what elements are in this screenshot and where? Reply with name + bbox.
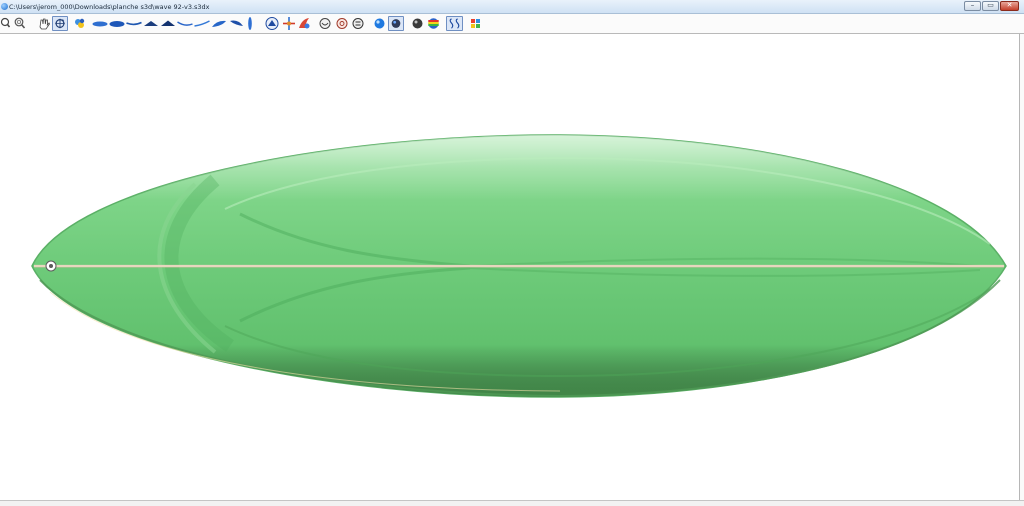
render-icon[interactable] — [319, 16, 331, 31]
rotate-icon[interactable] — [52, 16, 68, 31]
view-deck-icon[interactable] — [194, 16, 210, 31]
face-icon-1[interactable] — [336, 16, 348, 31]
pan-hand-icon[interactable] — [37, 16, 51, 31]
view-outline-icon[interactable] — [177, 16, 193, 31]
window-right-border — [1019, 34, 1024, 506]
view-fins-icon[interactable] — [228, 16, 244, 31]
maximize-button[interactable]: ▭ — [982, 1, 999, 11]
minimize-button[interactable]: – — [964, 1, 981, 11]
color-palette-icon[interactable] — [73, 16, 87, 31]
rainbow-icon[interactable] — [427, 16, 440, 31]
rotation-handle[interactable] — [45, 260, 57, 272]
sphere-dark-icon[interactable] — [388, 16, 404, 31]
view-3d-icon[interactable] — [211, 16, 227, 31]
zoom-out-icon[interactable] — [13, 16, 26, 31]
view-bottom-icon[interactable] — [109, 16, 125, 31]
face-icon-2[interactable] — [352, 16, 364, 31]
surfboard-render — [31, 134, 1007, 398]
window-controls: – ▭ ✕ — [964, 1, 1019, 12]
sphere-blue-icon[interactable] — [373, 16, 386, 31]
view-stringer-icon[interactable] — [246, 16, 254, 31]
curvature-icon[interactable] — [446, 16, 463, 31]
view-side-icon[interactable] — [143, 16, 159, 31]
status-bar — [0, 500, 1024, 506]
app-icon — [1, 3, 8, 10]
sphere-black-icon[interactable] — [411, 16, 424, 31]
fin-icon[interactable] — [297, 16, 313, 31]
maximize-icon: ▭ — [987, 1, 994, 9]
grid-colors-icon[interactable] — [470, 16, 481, 31]
view-rocker-icon[interactable] — [126, 16, 142, 31]
zoom-in-icon[interactable] — [0, 16, 10, 31]
minimize-icon: – — [970, 1, 975, 9]
close-icon: ✕ — [1006, 1, 1013, 9]
close-button[interactable]: ✕ — [1000, 1, 1019, 11]
toolbar — [0, 14, 1024, 34]
title-bar: C:\Users\jerom_000\Downloads\planche s3d… — [0, 0, 1024, 14]
board-shape-icon[interactable] — [265, 16, 279, 31]
window-title: C:\Users\jerom_000\Downloads\planche s3d… — [9, 3, 210, 11]
view-top-icon[interactable] — [92, 16, 108, 31]
view-slice-icon[interactable] — [160, 16, 176, 31]
3d-viewport[interactable] — [0, 34, 1019, 500]
axes-icon[interactable] — [281, 16, 297, 31]
